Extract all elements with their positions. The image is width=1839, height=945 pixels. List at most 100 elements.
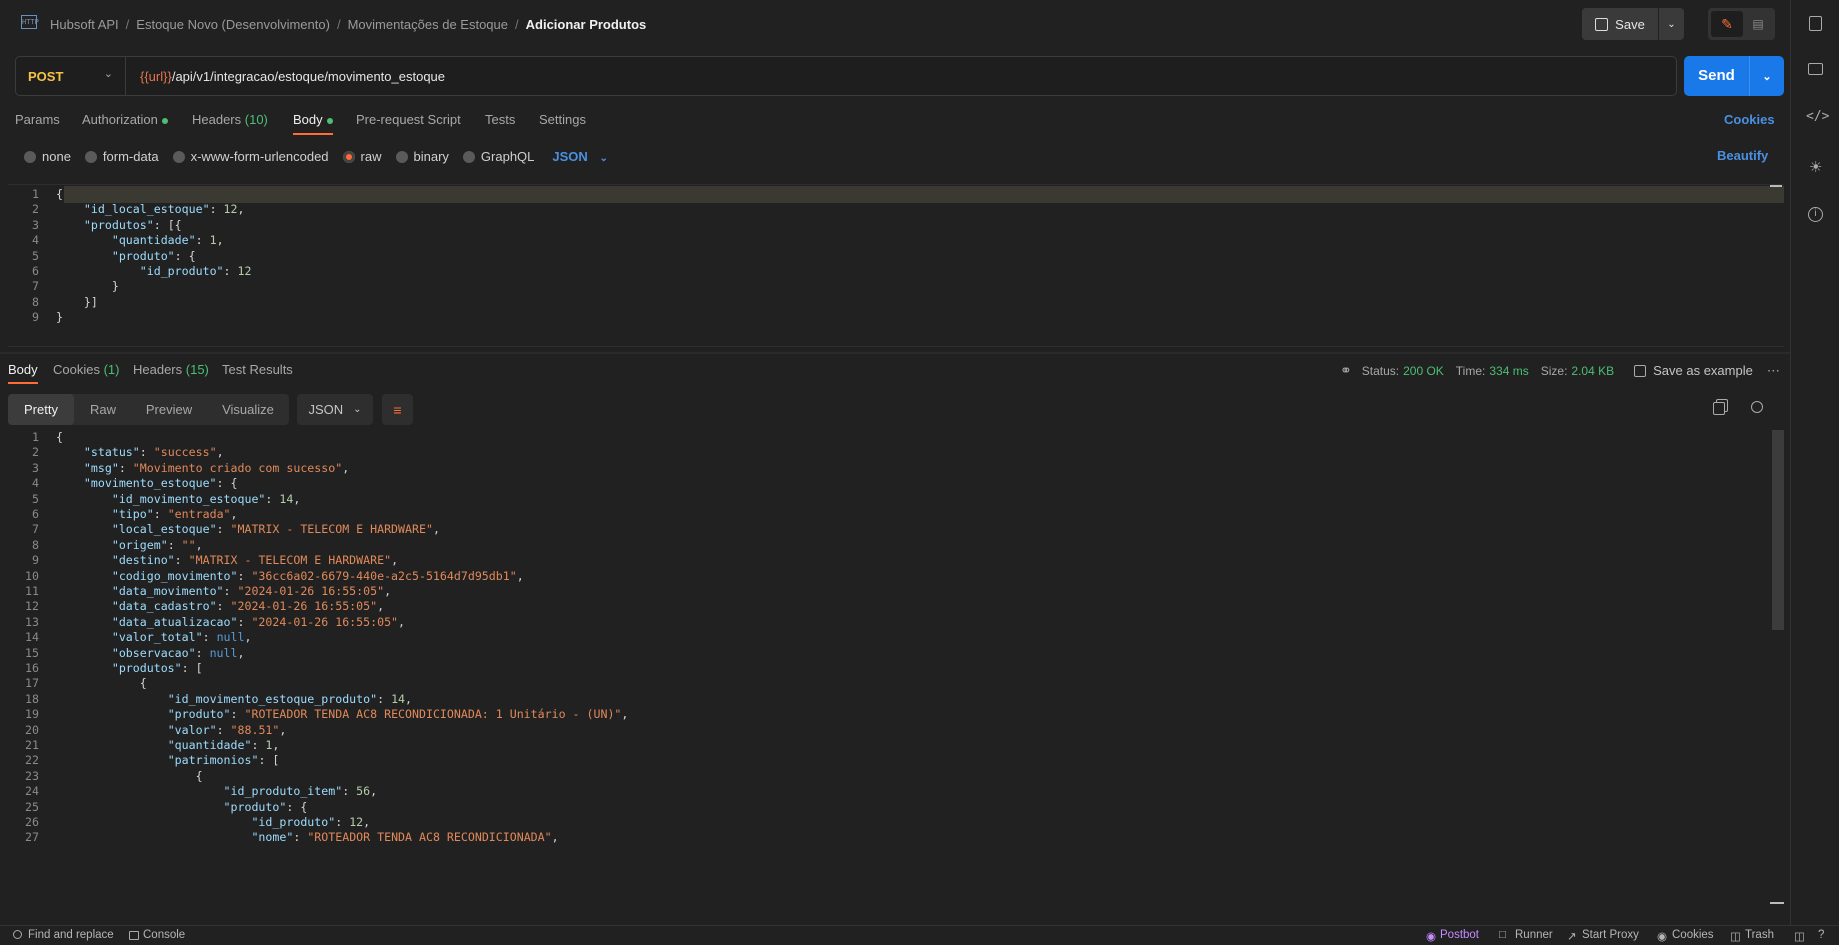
line-number: 3 (32, 460, 39, 475)
search-icon (13, 930, 22, 939)
help-icon[interactable]: ? (1818, 929, 1824, 941)
beautify-link[interactable]: Beautify (1717, 148, 1768, 163)
line-content: "id_local_estoque": 12, (83, 202, 245, 217)
url-variable: {{url}} (140, 68, 172, 84)
view-visualize[interactable]: Visualize (210, 394, 286, 425)
method-label: POST (28, 68, 64, 84)
documentation-icon[interactable] (1809, 16, 1822, 31)
line-number: 8 (32, 537, 39, 552)
view-pretty[interactable]: Pretty (8, 394, 74, 425)
status-dot (161, 117, 168, 124)
find-replace-button[interactable]: Find and replace (28, 929, 114, 941)
response-format-select[interactable]: JSON ⌄ (297, 394, 373, 425)
editor-scrollbar[interactable] (1770, 185, 1782, 187)
edit-mode-button[interactable]: ✎ (1711, 11, 1743, 37)
wrap-lines-button[interactable]: ≡ (382, 394, 413, 425)
line-content: "origem": "", (111, 537, 203, 552)
size-value[interactable]: 2.04 KB (1571, 364, 1614, 378)
tab-prerequest-script[interactable]: Pre-request Script (356, 112, 461, 127)
breadcrumb-collection[interactable]: Hubsoft API (50, 17, 119, 32)
pane-divider[interactable] (0, 352, 1790, 354)
radio-graphql[interactable]: GraphQL (462, 149, 534, 164)
globe-icon[interactable]: ⚭ (1340, 362, 1352, 379)
trash-button[interactable]: Trash (1745, 929, 1774, 941)
line-content: "valor": "88.51", (167, 722, 287, 737)
radio-icon-selected (342, 151, 355, 164)
view-raw[interactable]: Raw (78, 394, 128, 425)
line-number: 11 (25, 584, 39, 598)
line-content: "movimento_estoque": { (83, 476, 238, 491)
response-meta: ⚭ Status: 200 OK Time: 334 ms Size: 2.04… (1340, 362, 1780, 379)
start-proxy-button[interactable]: Start Proxy (1582, 929, 1639, 941)
info-icon[interactable]: i (1808, 207, 1823, 222)
layout-icon[interactable]: ◫ (1794, 929, 1805, 943)
size-label: Size: (1540, 363, 1568, 378)
tab-authorization[interactable]: Authorization (82, 112, 168, 127)
breadcrumb-subfolder[interactable]: Movimentações de Estoque (348, 17, 508, 32)
radio-raw[interactable]: raw (342, 149, 382, 164)
response-tab-headers[interactable]: Headers (15) (133, 362, 209, 377)
search-icon[interactable] (1751, 401, 1763, 413)
method-select[interactable]: POST ⌄ (16, 57, 126, 95)
body-format-select[interactable]: JSON ⌄ (552, 149, 607, 164)
view-preview[interactable]: Preview (134, 394, 204, 425)
time-value[interactable]: 334 ms (1489, 364, 1528, 378)
chevron-down-icon: ⌄ (599, 152, 608, 164)
url-path: /api/v1/integracao/estoque/movimento_est… (171, 68, 446, 84)
line-number: 2 (32, 202, 39, 217)
line-number: 5 (32, 491, 39, 506)
save-button[interactable]: Save (1582, 8, 1658, 40)
response-format-label: JSON (308, 402, 344, 417)
line-content: "produtos": [{ (83, 217, 182, 232)
response-scrollbar[interactable] (1772, 430, 1784, 630)
save-options-button[interactable]: ⌄ (1659, 8, 1684, 40)
line-number: 17 (25, 676, 39, 691)
cookies-link[interactable]: Cookies (1724, 112, 1775, 127)
radio-none[interactable]: none (24, 149, 71, 164)
response-tab-cookies[interactable]: Cookies (1) (53, 362, 119, 377)
line-number: 2 (32, 445, 39, 460)
send-button-group: Send ⌄ (1684, 56, 1784, 96)
breadcrumb-folder[interactable]: Estoque Novo (Desenvolvimento) (136, 17, 330, 32)
radio-urlencoded-label: x-www-form-urlencoded (190, 148, 329, 164)
send-options-icon[interactable]: ⌄ (1750, 70, 1784, 83)
console-button[interactable]: Console (143, 929, 185, 941)
line-content: "quantidade": 1, (111, 233, 224, 248)
radio-form-data[interactable]: form-data (84, 149, 159, 164)
comments-icon[interactable] (1808, 63, 1823, 75)
send-button[interactable]: Send (1684, 56, 1750, 96)
radio-binary[interactable]: binary (395, 149, 449, 164)
tab-settings[interactable]: Settings (539, 112, 586, 127)
request-title[interactable]: Adicionar Produtos (526, 17, 647, 32)
line-content: "status": "success", (83, 445, 224, 460)
response-tab-test-results[interactable]: Test Results (222, 362, 293, 377)
tab-headers[interactable]: Headers (10) (192, 112, 268, 127)
line-content: "data_atualizacao": "2024-01-26 16:55:05… (111, 614, 406, 629)
lightbulb-icon[interactable]: ☀ (1809, 158, 1822, 176)
tab-params[interactable]: Params (15, 112, 60, 127)
line-number: 20 (25, 722, 39, 737)
url-bar: POST ⌄ {{url}}/api/v1/integracao/estoque… (15, 56, 1677, 96)
request-body-editor[interactable]: 1 {2 "id_local_estoque": 12, 3 "produtos":… (8, 184, 1784, 347)
code-icon[interactable]: </> (1806, 109, 1829, 124)
response-body-viewer[interactable]: 1 {2 "status": "success", 3 "msg": "Movime… (8, 430, 1784, 910)
tab-body[interactable]: Body (293, 112, 333, 127)
radio-urlencoded[interactable]: x-www-form-urlencoded (172, 148, 329, 164)
tab-tests[interactable]: Tests (485, 112, 515, 127)
more-options-icon[interactable]: ⋯ (1767, 363, 1780, 379)
pencil-icon: ✎ (1721, 16, 1733, 32)
comment-mode-button[interactable]: ▤ (1744, 11, 1772, 37)
line-number: 1 (32, 187, 39, 201)
line-number: 9 (32, 553, 39, 568)
radio-icon (462, 151, 475, 164)
runner-button[interactable]: Runner (1515, 929, 1553, 941)
footer-cookies-button[interactable]: Cookies (1672, 929, 1714, 941)
save-as-example-button[interactable]: Save as example (1653, 363, 1753, 378)
status-value[interactable]: 200 OK (1403, 364, 1444, 378)
url-input[interactable]: {{url}}/api/v1/integracao/estoque/movime… (140, 57, 445, 95)
postbot-button[interactable]: Postbot (1440, 929, 1479, 941)
save-icon (1595, 17, 1609, 31)
response-tab-body[interactable]: Body (8, 362, 38, 377)
copy-icon[interactable] (1713, 402, 1725, 415)
tab-headers-label: Headers (192, 112, 242, 127)
